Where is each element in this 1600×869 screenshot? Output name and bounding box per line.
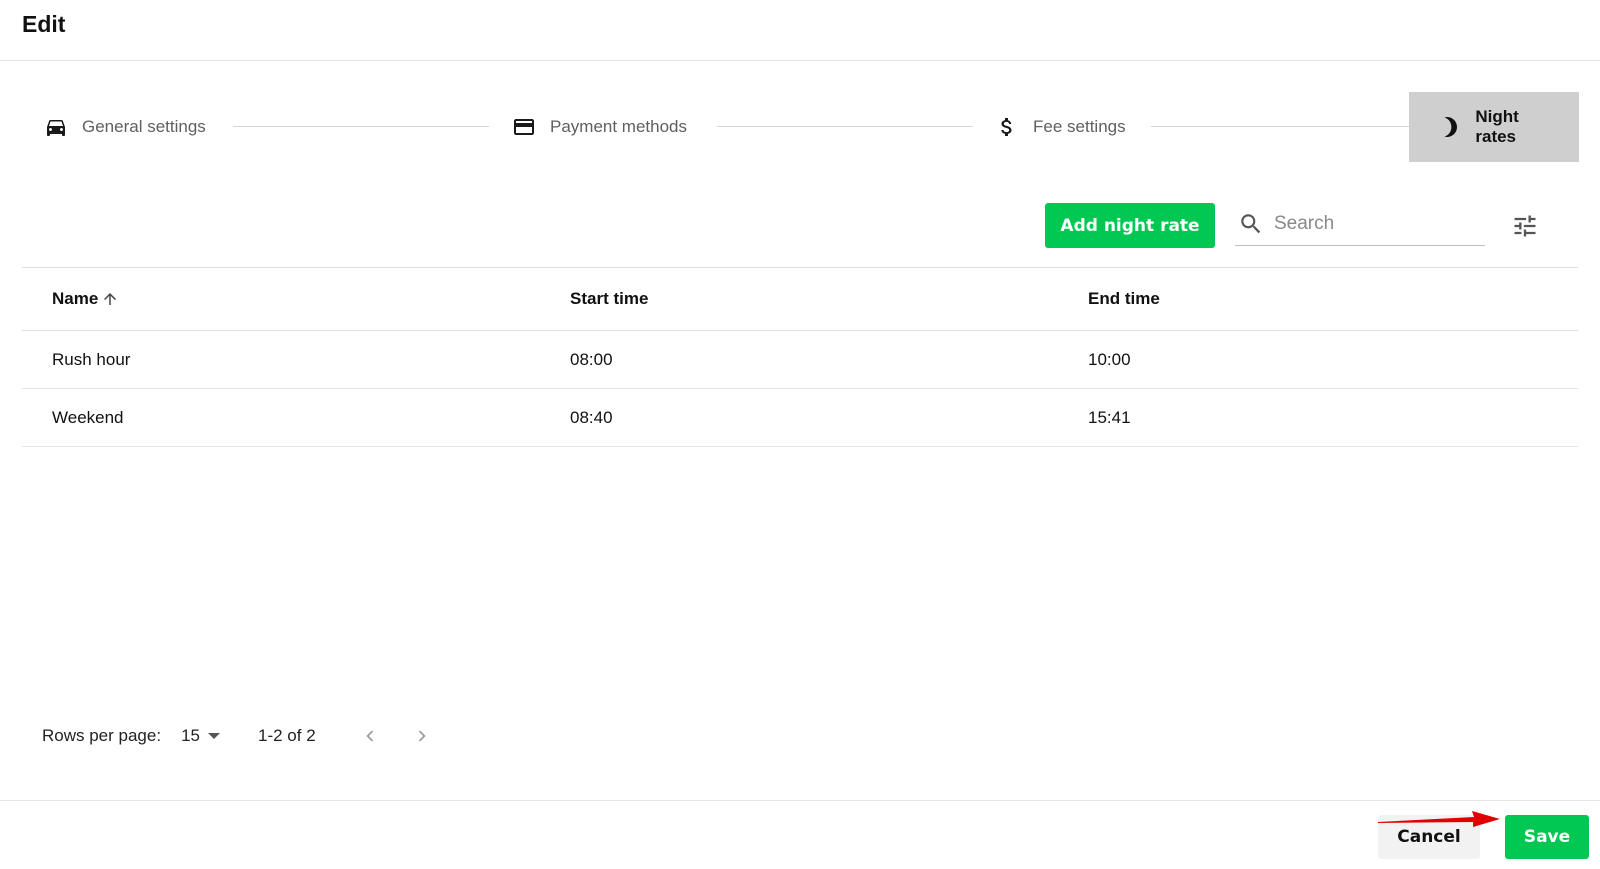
dollar-icon <box>993 113 1021 141</box>
column-header-name[interactable]: Name <box>52 268 119 330</box>
cell-start-time: 08:00 <box>570 349 613 369</box>
cell-start-time: 08:40 <box>570 407 613 427</box>
search-box <box>1235 203 1485 246</box>
table-header: Name Start time End time <box>22 267 1578 331</box>
cell-name: Weekend <box>52 407 124 427</box>
table-row[interactable]: Weekend 08:40 15:41 <box>22 389 1578 447</box>
column-header-end-time[interactable]: End time <box>1088 268 1160 330</box>
step-label: Fee settings <box>1033 117 1126 136</box>
next-page-button[interactable] <box>408 722 436 750</box>
step-connector <box>233 126 489 127</box>
save-button[interactable]: Save <box>1505 815 1589 859</box>
chevron-right-icon <box>418 730 426 742</box>
search-input[interactable] <box>1274 213 1474 235</box>
table-row[interactable]: Rush hour 08:00 10:00 <box>22 331 1578 389</box>
rows-per-page-select[interactable]: 15 <box>181 726 220 746</box>
step-label: Night rates <box>1475 107 1519 146</box>
step-label: General settings <box>82 117 206 136</box>
step-connector <box>717 126 973 127</box>
step-fee-settings[interactable]: Fee settings <box>993 92 1126 162</box>
rows-per-page-value: 15 <box>181 726 200 745</box>
dialog-footer <box>0 800 1600 869</box>
search-icon <box>1236 209 1266 239</box>
step-payment-methods[interactable]: Payment methods <box>510 92 687 162</box>
chevron-left-icon <box>365 730 373 742</box>
car-icon <box>42 113 70 141</box>
step-general-settings[interactable]: General settings <box>42 92 206 162</box>
cell-name: Rush hour <box>52 349 131 369</box>
page-title: Edit <box>22 11 66 37</box>
stepper: General settings Payment methods Fee set… <box>0 92 1600 162</box>
moon-icon <box>1437 113 1463 141</box>
column-header-start-time[interactable]: Start time <box>570 268 648 330</box>
previous-page-button[interactable] <box>356 722 384 750</box>
sort-ascending-icon <box>101 290 119 308</box>
step-connector <box>1151 126 1409 127</box>
night-rates-table: Name Start time End time Rush hour 08:00… <box>22 267 1578 447</box>
tune-icon[interactable] <box>1510 212 1540 240</box>
pagination: Rows per page: 15 1-2 of 2 <box>42 720 642 752</box>
credit-card-icon <box>510 113 538 141</box>
cell-end-time: 15:41 <box>1088 407 1131 427</box>
annotation-arrow-icon <box>1378 811 1500 827</box>
add-night-rate-button[interactable]: Add night rate <box>1045 203 1215 248</box>
page-range: 1-2 of 2 <box>258 726 316 745</box>
cell-end-time: 10:00 <box>1088 349 1131 369</box>
dialog-header: Edit <box>0 0 1600 61</box>
chevron-down-icon <box>208 733 220 739</box>
step-night-rates[interactable]: Night rates <box>1409 92 1579 162</box>
rows-per-page-label: Rows per page: <box>42 726 162 745</box>
step-label: Payment methods <box>550 117 688 136</box>
